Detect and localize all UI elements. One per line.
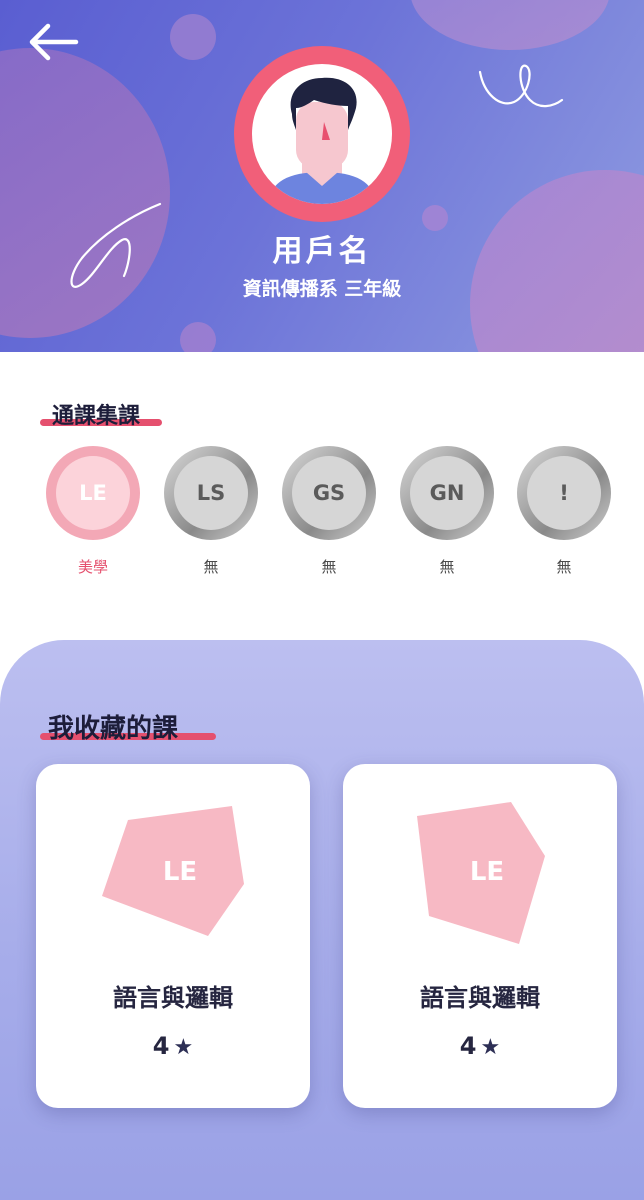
decor-blob — [180, 322, 216, 352]
decor-blob — [170, 14, 216, 60]
avatar[interactable] — [234, 46, 410, 222]
star-icon: ★ — [173, 1035, 194, 1060]
section-title-general-courses: 通課集課 — [52, 404, 141, 429]
course-shape-icon: LE — [417, 802, 545, 944]
user-avatar-icon — [268, 77, 376, 204]
course-badge-ls[interactable]: LS — [164, 446, 258, 540]
username: 用戶名 — [272, 234, 372, 269]
back-button[interactable] — [26, 18, 82, 66]
profile-header: 用戶名 資訊傳播系 三年級 — [0, 0, 644, 352]
course-badge-le[interactable]: LE — [46, 446, 140, 540]
course-name: 語言與邏輯 — [113, 984, 233, 1012]
course-code: LE — [470, 857, 504, 887]
rating-value: 4 — [152, 1032, 170, 1060]
squiggle-decoration — [478, 64, 564, 108]
badge-code: ! — [527, 456, 601, 530]
badge-code: LE — [56, 456, 130, 530]
badge-code: GS — [292, 456, 366, 530]
badge-label: 無 — [439, 558, 455, 576]
course-badge-gn[interactable]: GN — [400, 446, 494, 540]
badge-label: 無 — [556, 558, 572, 576]
course-badge-gs[interactable]: GS — [282, 446, 376, 540]
avatar-image — [252, 64, 392, 204]
department-grade: 資訊傳播系 三年級 — [242, 278, 402, 300]
favorite-course-card[interactable]: LE 語言與邏輯 4 ★ — [36, 764, 310, 1108]
badge-label: 美學 — [77, 558, 108, 576]
course-rating: 4 ★ — [343, 1032, 617, 1060]
course-badge-other[interactable]: ! — [517, 446, 611, 540]
badge-code: GN — [410, 456, 484, 530]
rating-value: 4 — [459, 1032, 477, 1060]
course-name: 語言與邏輯 — [420, 984, 540, 1012]
course-rating: 4 ★ — [36, 1032, 310, 1060]
section-title-favorites: 我收藏的課 — [48, 714, 179, 744]
favorite-course-card[interactable]: LE 語言與邏輯 4 ★ — [343, 764, 617, 1108]
course-code: LE — [163, 857, 197, 887]
badge-label: 無 — [321, 558, 337, 576]
arrow-left-icon — [29, 23, 79, 61]
decor-blob — [410, 0, 610, 50]
badge-code: LS — [174, 456, 248, 530]
badge-label: 無 — [203, 558, 219, 576]
course-shape-icon: LE — [102, 806, 244, 936]
star-icon: ★ — [480, 1035, 501, 1060]
